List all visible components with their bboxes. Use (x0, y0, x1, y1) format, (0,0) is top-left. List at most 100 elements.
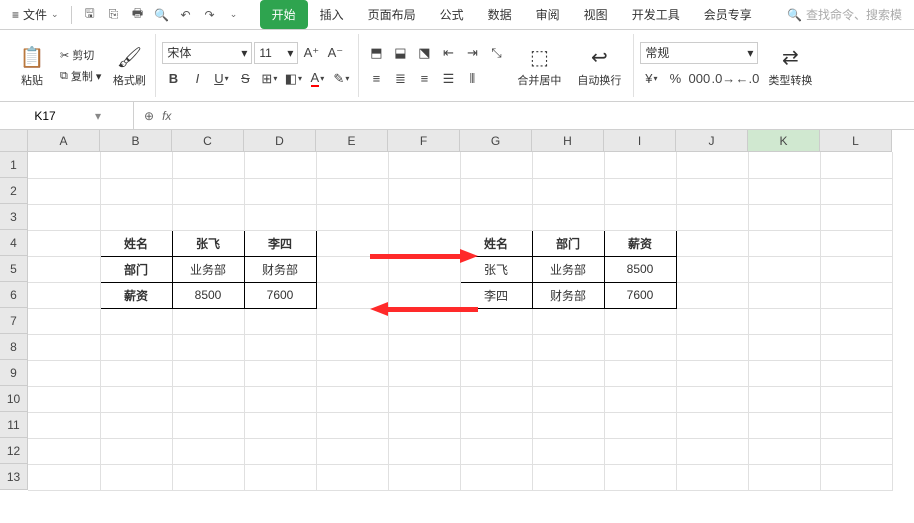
print-preview-icon[interactable]: 🔍 (154, 7, 170, 23)
save-icon[interactable]: 🖫 (82, 7, 98, 23)
col-header-a[interactable]: A (28, 130, 100, 152)
row-header-4[interactable]: 4 (0, 230, 28, 256)
underline-button[interactable]: U▾ (210, 68, 232, 90)
copy-button[interactable]: ⧉复制▾ (56, 66, 105, 86)
cell-d5[interactable]: 财务部 (244, 256, 316, 282)
format-painter-button[interactable]: 🖌 格式刷 (109, 36, 149, 96)
border-button[interactable]: ⊞▾ (258, 68, 280, 90)
cell-h6[interactable]: 财务部 (532, 282, 604, 308)
qat-more-icon[interactable]: ⌄ (226, 7, 242, 23)
decrease-indent-icon[interactable]: ⇤ (437, 42, 459, 64)
orientation-icon[interactable]: ⤡ (485, 42, 507, 64)
increase-font-icon[interactable]: A⁺ (300, 42, 322, 64)
cell-g6[interactable]: 李四 (460, 282, 532, 308)
cell-c4[interactable]: 张飞 (172, 230, 244, 256)
align-middle-icon[interactable]: ⬓ (389, 42, 411, 64)
col-header-c[interactable]: C (172, 130, 244, 152)
cut-button[interactable]: ✂剪切 (56, 45, 105, 65)
cell-i4[interactable]: 薪资 (604, 230, 676, 256)
cell-i6[interactable]: 7600 (604, 282, 676, 308)
row-header-7[interactable]: 7 (0, 308, 28, 334)
cell[interactable] (28, 152, 100, 178)
col-header-g[interactable]: G (460, 130, 532, 152)
fill-color-button[interactable]: ◧▾ (282, 68, 304, 90)
type-convert-button[interactable]: ⇄ 类型转换 (762, 36, 818, 96)
select-all-corner[interactable] (0, 130, 28, 152)
col-header-b[interactable]: B (100, 130, 172, 152)
font-color-button[interactable]: A▾ (306, 68, 328, 90)
increase-decimal-icon[interactable]: .0→ (712, 68, 734, 90)
cell-h4[interactable]: 部门 (532, 230, 604, 256)
font-size-select[interactable]: 11▾ (254, 42, 298, 64)
cell-c5[interactable]: 业务部 (172, 256, 244, 282)
row-header-3[interactable]: 3 (0, 204, 28, 230)
row-header-6[interactable]: 6 (0, 282, 28, 308)
decrease-font-icon[interactable]: A⁻ (324, 42, 346, 64)
row-header-13[interactable]: 13 (0, 464, 28, 490)
tab-review[interactable]: 审阅 (524, 0, 572, 29)
tab-view[interactable]: 视图 (572, 0, 620, 29)
tab-formula[interactable]: 公式 (428, 0, 476, 29)
formula-input[interactable] (181, 102, 914, 129)
align-center-icon[interactable]: ≣ (389, 68, 411, 90)
row-header-10[interactable]: 10 (0, 386, 28, 412)
merge-center-button[interactable]: ⬚ 合并居中 (511, 36, 567, 96)
font-name-select[interactable]: 宋体▾ (162, 42, 252, 64)
row-header-5[interactable]: 5 (0, 256, 28, 282)
save-as-icon[interactable]: ⎘ (106, 7, 122, 23)
tab-data[interactable]: 数据 (476, 0, 524, 29)
tab-start[interactable]: 开始 (260, 0, 308, 29)
cell-b5[interactable]: 部门 (100, 256, 172, 282)
comma-icon[interactable]: 000 (688, 68, 710, 90)
paste-button[interactable]: 📋 粘贴 (12, 36, 52, 96)
col-header-d[interactable]: D (244, 130, 316, 152)
align-bottom-icon[interactable]: ⬔ (413, 42, 435, 64)
row-header-12[interactable]: 12 (0, 438, 28, 464)
cell-h5[interactable]: 业务部 (532, 256, 604, 282)
cell-reference-input[interactable] (0, 109, 90, 123)
align-top-icon[interactable]: ⬒ (365, 42, 387, 64)
fx-icon[interactable]: fx (162, 109, 171, 123)
cell-b6[interactable]: 薪资 (100, 282, 172, 308)
align-right-icon[interactable]: ≡ (413, 68, 435, 90)
currency-icon[interactable]: ¥▾ (640, 68, 662, 90)
cell-i5[interactable]: 8500 (604, 256, 676, 282)
undo-icon[interactable]: ↶ (178, 7, 194, 23)
row-header-8[interactable]: 8 (0, 334, 28, 360)
search-box[interactable]: 🔍 查找命令、搜索模 (787, 6, 910, 23)
increase-indent-icon[interactable]: ⇥ (461, 42, 483, 64)
bold-button[interactable]: B (162, 68, 184, 90)
fx-expand-icon[interactable]: ⊕ (144, 109, 154, 123)
row-header-11[interactable]: 11 (0, 412, 28, 438)
col-header-k[interactable]: K (748, 130, 820, 152)
wrap-text-button[interactable]: ↩ 自动换行 (571, 36, 627, 96)
cell-d6[interactable]: 7600 (244, 282, 316, 308)
file-menu-button[interactable]: ≡ 文件 ⌄ (4, 2, 67, 27)
tab-insert[interactable]: 插入 (308, 0, 356, 29)
justify-icon[interactable]: ☰ (437, 68, 459, 90)
cell-g4[interactable]: 姓名 (460, 230, 532, 256)
distribute-icon[interactable]: ⫴ (461, 68, 483, 90)
tab-dev-tools[interactable]: 开发工具 (620, 0, 692, 29)
percent-icon[interactable]: % (664, 68, 686, 90)
strikethrough-button[interactable]: S (234, 68, 256, 90)
align-left-icon[interactable]: ≡ (365, 68, 387, 90)
col-header-h[interactable]: H (532, 130, 604, 152)
col-header-l[interactable]: L (820, 130, 892, 152)
row-header-2[interactable]: 2 (0, 178, 28, 204)
row-header-1[interactable]: 1 (0, 152, 28, 178)
name-box-dropdown[interactable]: ▾ (90, 109, 106, 123)
col-header-i[interactable]: I (604, 130, 676, 152)
italic-button[interactable]: I (186, 68, 208, 90)
row-header-9[interactable]: 9 (0, 360, 28, 386)
cell-d4[interactable]: 李四 (244, 230, 316, 256)
print-icon[interactable]: 🖶 (130, 7, 146, 23)
col-header-f[interactable]: F (388, 130, 460, 152)
redo-icon[interactable]: ↷ (202, 7, 218, 23)
col-header-e[interactable]: E (316, 130, 388, 152)
cell-c6[interactable]: 8500 (172, 282, 244, 308)
cell-b4[interactable]: 姓名 (100, 230, 172, 256)
tab-page-layout[interactable]: 页面布局 (356, 0, 428, 29)
tab-member[interactable]: 会员专享 (692, 0, 764, 29)
decrease-decimal-icon[interactable]: ←.0 (736, 68, 758, 90)
